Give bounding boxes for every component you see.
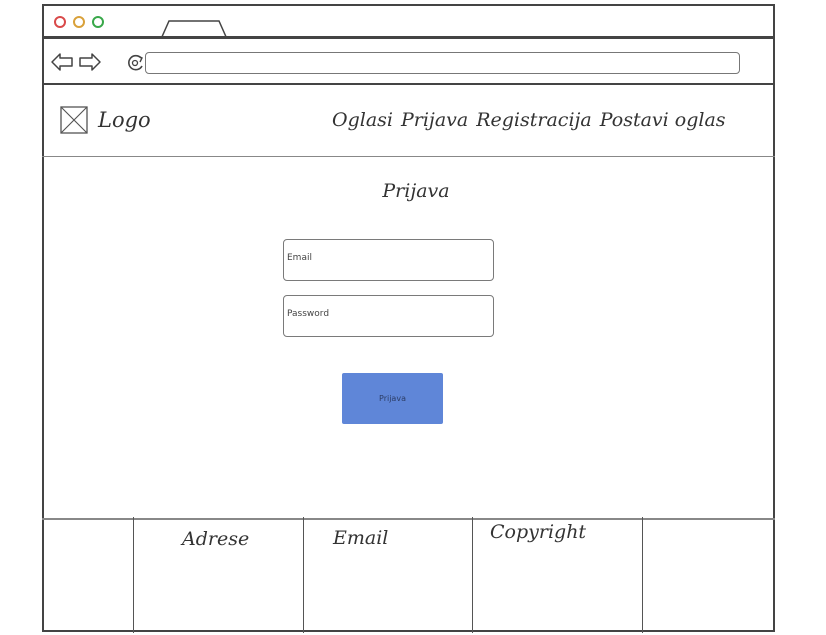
close-window-icon[interactable] <box>54 16 66 28</box>
footer-adrese-label: Adrese <box>182 528 250 550</box>
email-field[interactable]: Email <box>283 239 494 281</box>
nav-link-prijava[interactable]: Prijava <box>401 109 468 131</box>
forward-arrow-icon[interactable] <box>78 51 102 73</box>
maximize-window-icon[interactable] <box>92 16 104 28</box>
nav-link-oglasi[interactable]: Oglasi <box>332 109 393 131</box>
logo[interactable]: Logo <box>60 106 151 134</box>
nav-link-postavi-oglas[interactable]: Postavi oglas <box>600 109 726 131</box>
reload-icon[interactable] <box>124 52 146 74</box>
site-header: Logo Oglasi Prijava Registracija Postavi… <box>42 84 775 157</box>
main-nav: Oglasi Prijava Registracija Postavi ogla… <box>332 109 726 131</box>
footer-copyright-label: Copyright <box>490 521 587 543</box>
browser-toolbar <box>42 37 775 85</box>
back-arrow-icon[interactable] <box>50 51 74 73</box>
page-title: Prijava <box>382 180 450 202</box>
footer-email-label: Email <box>333 527 389 549</box>
logo-placeholder-icon <box>60 106 88 134</box>
browser-titlebar <box>42 4 775 40</box>
url-input[interactable] <box>145 52 740 74</box>
minimize-window-icon[interactable] <box>73 16 85 28</box>
login-button[interactable]: Prijava <box>342 373 443 424</box>
logo-label: Logo <box>98 108 151 132</box>
nav-link-registracija[interactable]: Registracija <box>476 109 592 131</box>
password-field[interactable]: Password <box>283 295 494 337</box>
